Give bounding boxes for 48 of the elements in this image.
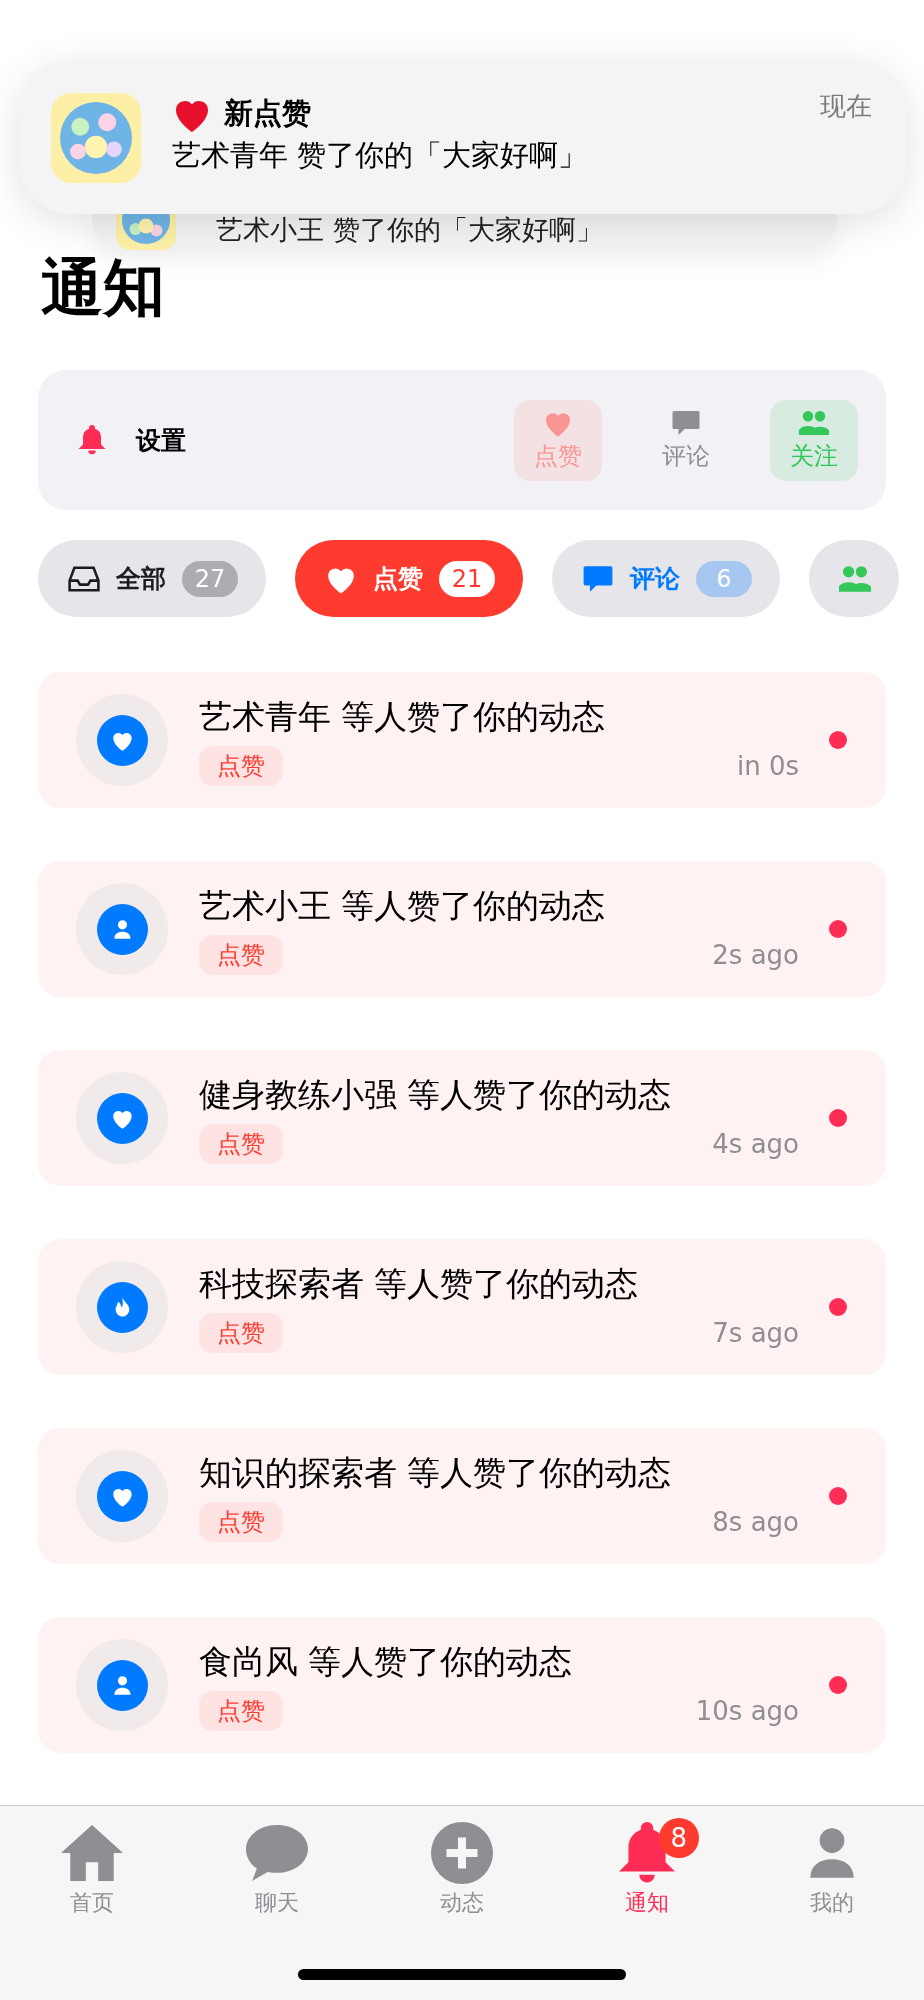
stacked-notification[interactable]: 艺术小王 赞了你的「大家好啊」 — [92, 214, 837, 250]
notification-time: 8s ago — [712, 1506, 799, 1537]
notification-time: 10s ago — [695, 1695, 799, 1726]
notification-card[interactable]: 知识的探索者 等人赞了你的动态 点赞 8s ago — [38, 1428, 886, 1564]
people-icon — [799, 408, 829, 438]
notification-card[interactable]: 健身教练小强 等人赞了你的动态 点赞 4s ago — [38, 1050, 886, 1186]
tab-item[interactable]: 聊天 — [217, 1822, 338, 1918]
type-tag: 点赞 — [199, 934, 283, 975]
notification-title: 科技探索者 等人赞了你的动态 — [199, 1262, 640, 1305]
notification-time: 现在 — [820, 90, 872, 123]
notification-time: 4s ago — [712, 1128, 799, 1159]
tab-item[interactable]: 我的 — [771, 1822, 892, 1918]
notification-title: 健身教练小强 等人赞了你的动态 — [199, 1073, 673, 1116]
tab-item[interactable]: 首页 — [32, 1822, 153, 1918]
type-tag: 点赞 — [199, 1123, 283, 1164]
filter-chip[interactable]: 点赞 21 — [295, 540, 523, 617]
type-tag: 点赞 — [199, 1690, 283, 1731]
page-title: 通知 — [41, 252, 166, 324]
notification-toast[interactable]: 新点赞 艺术青年 赞了你的「大家好啊」 现在 — [20, 61, 906, 214]
notification-title: 新点赞 — [224, 94, 311, 132]
type-tag: 点赞 — [199, 745, 283, 786]
tab-item[interactable]: 动态 — [402, 1822, 522, 1918]
bell-icon — [77, 425, 107, 455]
app-icon — [51, 92, 141, 183]
notification-title: 艺术小王 等人赞了你的动态 — [199, 884, 607, 927]
filter-toggle[interactable]: 关注 — [770, 399, 858, 481]
filter-chip[interactable]: 评论 6 — [552, 540, 780, 617]
notification-time: 2s ago — [712, 939, 799, 970]
notification-title: 知识的探索者 等人赞了你的动态 — [199, 1451, 673, 1494]
notification-title: 艺术青年 等人赞了你的动态 — [199, 695, 607, 738]
notification-time: 7s ago — [712, 1317, 799, 1348]
chat-bubble-icon — [246, 1822, 309, 1884]
filter-chip[interactable]: 全部 27 — [38, 540, 266, 617]
notification-text: 艺术青年 赞了你的「大家好啊」 — [172, 136, 589, 174]
notification-card[interactable]: 艺术小王 等人赞了你的动态 点赞 2s ago — [38, 861, 886, 997]
app-icon — [116, 214, 176, 250]
settings-label: 设置 — [136, 424, 186, 457]
notification-card[interactable]: 科技探索者 等人赞了你的动态 点赞 7s ago — [38, 1239, 886, 1375]
notification-time: in 0s — [736, 750, 799, 781]
type-tag: 点赞 — [199, 1501, 283, 1542]
notification-card[interactable]: 食尚风 等人赞了你的动态 点赞 10s ago — [38, 1617, 886, 1753]
plus-icon — [431, 1822, 493, 1884]
notification-title: 食尚风 等人赞了你的动态 — [199, 1640, 574, 1683]
filter-toggle[interactable]: 评论 — [642, 399, 730, 481]
notification-card[interactable]: 艺术青年 等人赞了你的动态 点赞 in 0s — [38, 672, 886, 808]
count-badge: 8 — [658, 1818, 699, 1858]
notification-text: 艺术小王 赞了你的「大家好啊」 — [216, 214, 603, 246]
type-tag: 点赞 — [199, 1312, 283, 1353]
